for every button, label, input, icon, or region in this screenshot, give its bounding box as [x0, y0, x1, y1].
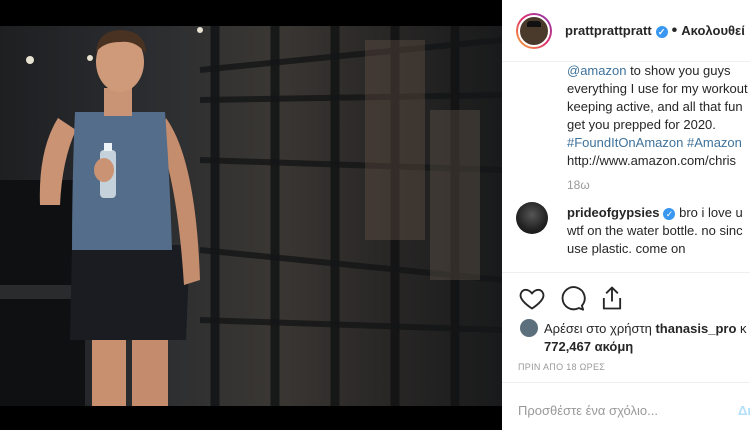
- hashtag-line[interactable]: #FoundItOnAmazon #Amazon: [567, 134, 750, 152]
- comment-line: use plastic. come on: [567, 241, 686, 256]
- commenter-avatar[interactable]: [516, 202, 548, 234]
- photo-illustration: [0, 0, 502, 430]
- mention-link[interactable]: @amazon: [567, 63, 626, 78]
- author-username[interactable]: prattprattpratt ✓: [565, 23, 668, 38]
- post-caption: @amazon to show you guys everything I us…: [567, 62, 750, 170]
- post-side-panel: prattprattpratt ✓ • Ακολουθεί @amazon to …: [502, 0, 750, 430]
- caption-line: get you prepped for 2020.: [567, 117, 716, 132]
- caption-url[interactable]: http://www.amazon.com/chris: [567, 152, 750, 170]
- comment-line: wtf on the water bottle. no sinc: [567, 223, 743, 238]
- comment-first-line: bro i love u: [679, 205, 743, 220]
- caption-line: everything I use for my workout: [567, 81, 748, 96]
- caption-line: keeping active, and all that fun: [567, 99, 743, 114]
- post-comment-button[interactable]: Δη: [738, 403, 750, 418]
- likes-summary: Αρέσει στο χρήστη thanasis_pro κ 772,467…: [520, 319, 747, 356]
- likes-count[interactable]: 772,467 ακόμη: [544, 338, 747, 356]
- like-heart-icon[interactable]: [518, 284, 546, 312]
- author-username-text[interactable]: prattprattpratt: [565, 23, 652, 38]
- post-timestamp[interactable]: ΠΡΙΝ ΑΠΟ 18 ΩΡΕΣ: [518, 362, 605, 372]
- post-photo[interactable]: [0, 0, 502, 430]
- likes-suffix: κ: [740, 321, 747, 336]
- commenter-username[interactable]: prideofgypsies: [567, 205, 659, 220]
- add-comment-bar: Προσθέστε ένα σχόλιο... Δη: [502, 382, 750, 430]
- liker-username[interactable]: thanasis_pro: [655, 321, 736, 336]
- likes-prefix: Αρέσει στο χρήστη: [544, 321, 652, 336]
- post-header: prattprattpratt ✓ • Ακολουθεί: [502, 0, 750, 62]
- action-bar: [518, 284, 626, 312]
- author-avatar[interactable]: [516, 12, 552, 49]
- verified-badge-icon: ✓: [655, 26, 668, 38]
- follow-button[interactable]: Ακολουθεί: [681, 23, 745, 38]
- comment-bubble-icon[interactable]: [558, 284, 586, 312]
- caption-line: @amazon to show you guys: [567, 63, 731, 78]
- liker-avatar[interactable]: [520, 319, 538, 337]
- actions-divider: [502, 272, 750, 273]
- verified-badge-icon: ✓: [663, 208, 676, 220]
- separator-dot: •: [671, 21, 678, 39]
- comment-text: prideofgypsies ✓ bro i love u wtf on the …: [567, 204, 750, 258]
- caption-timestamp[interactable]: 18ω: [567, 178, 590, 192]
- add-comment-input[interactable]: Προσθέστε ένα σχόλιο...: [518, 403, 658, 418]
- share-icon[interactable]: [598, 284, 626, 312]
